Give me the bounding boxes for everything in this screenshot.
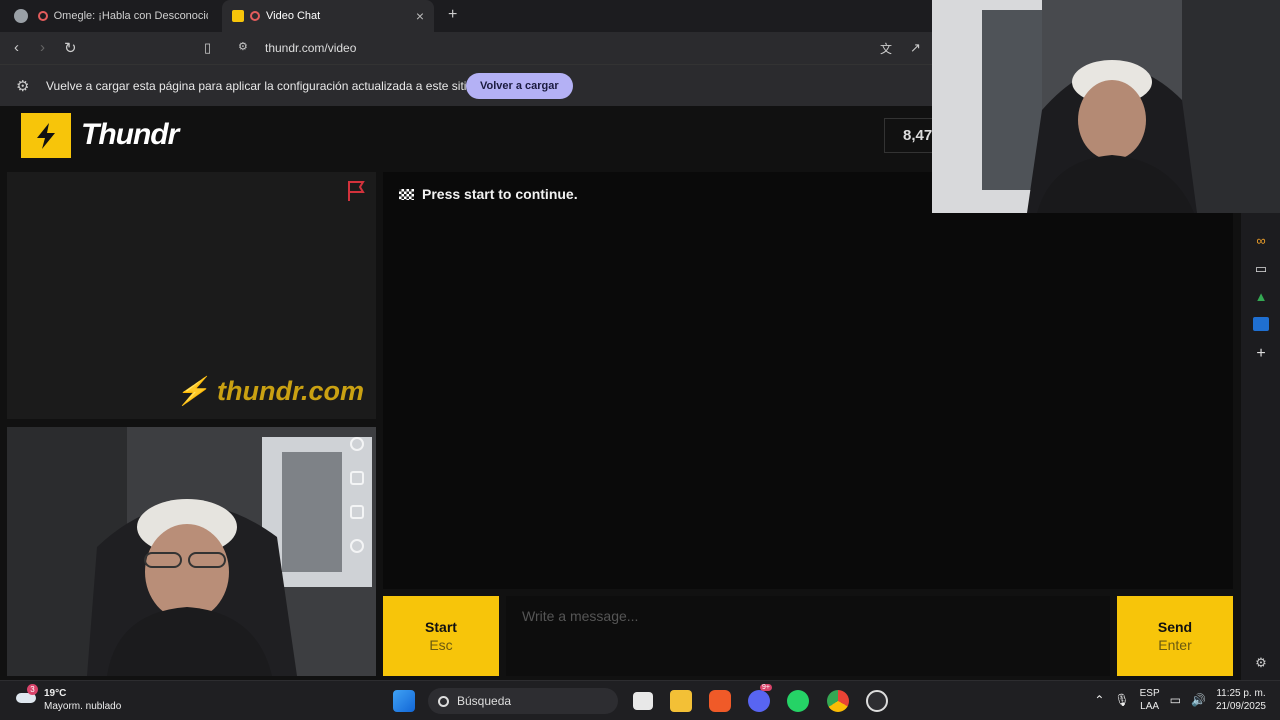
thundr-watermark: ⚡ thundr.com (175, 376, 364, 406)
new-tab-button[interactable]: + (448, 6, 457, 24)
pip-webcam-overlay (932, 0, 1280, 213)
brand-name: Thundr (81, 118, 179, 151)
gear-icon[interactable]: ⚙ (1253, 655, 1269, 670)
tab-title: Omegle: ¡Habla con Desconocido (53, 10, 208, 22)
extension-icon[interactable]: ∞ (1253, 233, 1269, 248)
browser-menu-icon[interactable] (14, 9, 28, 23)
send-shortcut: Enter (1158, 637, 1192, 653)
file-explorer-icon[interactable] (670, 690, 692, 712)
microphone-icon[interactable] (350, 539, 364, 553)
stranger-video: ⚡ thundr.com (7, 172, 376, 419)
back-icon[interactable]: ‹ (14, 39, 19, 56)
recording-icon (38, 11, 48, 21)
site-settings-icon[interactable]: ⚙ (238, 40, 248, 53)
bookmark-icon[interactable]: ▯ (204, 40, 211, 56)
reload-icon[interactable]: ↻ (64, 39, 77, 57)
search-icon (438, 695, 449, 707)
weather-temp: 19°C (44, 688, 67, 699)
forward-icon[interactable]: › (40, 39, 45, 56)
share-icon[interactable]: ↗ (910, 40, 921, 56)
camera-controls (350, 437, 364, 553)
drive-icon[interactable]: ▲ (1253, 289, 1269, 304)
checkered-flag-icon (399, 188, 414, 200)
whatsapp-icon[interactable] (787, 690, 809, 712)
send-label: Send (1157, 619, 1193, 635)
status-message: Press start to continue. (399, 186, 578, 202)
windows-start-icon[interactable] (393, 690, 415, 712)
self-video (7, 427, 376, 676)
clock-date: 21/09/2025 (1215, 701, 1266, 712)
tab-omegle[interactable]: Omegle: ¡Habla con Desconocido (28, 0, 218, 32)
lang-bottom: LAA (1140, 701, 1160, 712)
taskbar-search[interactable]: Búsqueda (428, 688, 618, 714)
weather-badge: 3 (27, 684, 38, 695)
gear-icon: ⚙ (16, 78, 30, 95)
clock[interactable]: 11:25 p. m. 21/09/2025 (1216, 687, 1266, 713)
discord-icon[interactable]: 9+ (748, 684, 772, 712)
close-tab-icon[interactable]: × (416, 8, 424, 24)
tab-video-chat[interactable]: Video Chat × (222, 0, 434, 32)
system-tray: ⌃ 🎙 ESP LAA ▭ 🔊 11:25 p. m. 21/09/2025 (1094, 687, 1266, 713)
search-label: Búsqueda (457, 694, 512, 708)
obs-icon[interactable] (866, 690, 888, 712)
volume-icon[interactable] (350, 471, 364, 485)
cloud-icon: 3 (14, 684, 38, 705)
message-input[interactable] (506, 596, 1110, 676)
chat-messages: Press start to continue. (383, 172, 1233, 589)
send-button[interactable]: Send Enter (1117, 596, 1233, 676)
brave-browser-icon[interactable] (709, 690, 731, 712)
chrome-icon[interactable] (827, 690, 849, 712)
url-field[interactable]: thundr.com/video (265, 41, 356, 55)
webcam-feed-image (7, 427, 376, 676)
laptop-icon[interactable]: ▭ (1253, 261, 1269, 276)
chevron-up-icon[interactable]: ⌃ (1094, 693, 1104, 707)
language-indicator[interactable]: ESP LAA (1140, 687, 1160, 713)
browser-sidebar: ∞ ▭ ▲ + ⚙ (1241, 213, 1280, 680)
recording-icon (250, 11, 260, 21)
thundr-favicon-icon (232, 10, 244, 22)
clock-time: 11:25 p. m. (1216, 688, 1266, 699)
tab-title: Video Chat (266, 10, 321, 22)
fullscreen-icon[interactable] (350, 505, 364, 519)
webcam-feed-image (932, 0, 1280, 213)
microphone-icon[interactable]: 🎙 (1114, 693, 1129, 707)
discord-badge: 9+ (760, 684, 772, 691)
start-button[interactable]: Start Esc (383, 596, 499, 676)
add-icon[interactable]: + (1253, 345, 1269, 362)
report-flag-icon[interactable] (346, 180, 366, 207)
task-view-icon[interactable] (633, 692, 653, 710)
camera-settings-icon[interactable] (350, 437, 364, 451)
start-shortcut: Esc (429, 637, 453, 653)
reload-page-button[interactable]: Volver a cargar (466, 73, 573, 99)
lang-top: ESP (1139, 688, 1160, 699)
outlook-icon[interactable] (1253, 317, 1269, 331)
volume-icon[interactable]: 🔊 (1191, 693, 1206, 707)
taskbar: 3 19°C Mayorm. nublado Búsqueda 9+ ⌃ 🎙 E… (0, 680, 1280, 720)
start-label: Start (425, 619, 457, 635)
network-icon[interactable]: ▭ (1170, 693, 1181, 707)
infobar-message: Vuelve a cargar esta página para aplicar… (46, 79, 474, 93)
translate-icon[interactable]: 文 (880, 40, 892, 57)
weather-widget[interactable]: 3 19°C Mayorm. nublado (14, 684, 122, 713)
status-text: Press start to continue. (422, 186, 578, 202)
thundr-logo-icon[interactable] (21, 113, 71, 158)
weather-condition: Mayorm. nublado (44, 701, 122, 712)
